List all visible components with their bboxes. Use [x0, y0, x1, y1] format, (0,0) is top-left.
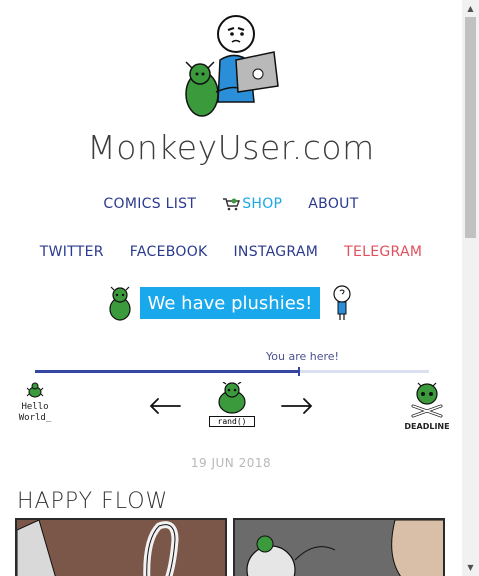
vertical-scrollbar[interactable]: ▲ ▼ [462, 0, 479, 576]
post-date: 19 JUN 2018 [190, 456, 272, 470]
random-comic-button[interactable]: rand() [209, 381, 255, 428]
random-monkey-icon [218, 381, 246, 414]
nav-shop-link[interactable]: SHOP [222, 196, 282, 212]
progress-label: You are here! [266, 350, 339, 363]
facebook-link[interactable]: FACEBOOK [130, 244, 208, 260]
nav-comics-list-link[interactable]: COMICS LIST [103, 196, 196, 212]
nav-about-link[interactable]: ABOUT [308, 196, 358, 212]
main-content: MonkeyUser.com COMICS LIST SHOP ABOUT TW… [0, 0, 462, 576]
main-navigation: COMICS LIST SHOP ABOUT [0, 196, 462, 212]
instagram-link[interactable]: INSTAGRAM [234, 244, 319, 260]
arrow-left-icon[interactable] [148, 396, 182, 416]
comic-panel-2 [233, 518, 445, 576]
plushies-banner[interactable]: We have plushies! [139, 287, 321, 319]
comic-panel-2-art [235, 520, 443, 576]
site-title[interactable]: MonkeyUser.com [0, 128, 462, 167]
latest-comic-button[interactable]: DEADLINE [404, 380, 450, 431]
social-navigation: TWITTER FACEBOOK INSTAGRAM TELEGRAM [0, 244, 462, 260]
first-comic-label-line1: Hello [21, 402, 49, 412]
scroll-down-arrow-icon[interactable]: ▼ [462, 559, 479, 576]
page: MonkeyUser.com COMICS LIST SHOP ABOUT TW… [0, 0, 479, 576]
scroll-up-arrow-icon[interactable]: ▲ [462, 0, 479, 17]
stick-figure-icon [333, 285, 351, 320]
comic-panel-1-art [17, 520, 225, 576]
progress-marker [298, 367, 300, 376]
telegram-link[interactable]: TELEGRAM [344, 244, 422, 260]
arrow-right-icon[interactable] [280, 396, 314, 416]
progress-bar-fill [35, 370, 299, 373]
deadline-label: DEADLINE [404, 422, 450, 431]
shopping-cart-icon [223, 198, 241, 211]
plushies-promo[interactable]: We have plushies! [0, 284, 462, 322]
random-label: rand() [209, 416, 255, 427]
twitter-link[interactable]: TWITTER [40, 244, 104, 260]
skull-crossbones-icon [411, 382, 443, 418]
logo-illustration[interactable] [172, 12, 292, 132]
bug-icon [26, 382, 44, 398]
comic-title: HAPPY FLOW [17, 489, 169, 514]
monkey-plush-icon [109, 286, 131, 321]
scrollbar-thumb[interactable] [465, 17, 476, 238]
progress-bar [35, 367, 429, 376]
first-comic-label-line2: World_ [18, 413, 52, 423]
nav-shop-label: SHOP [242, 196, 283, 212]
comic-panel-1 [15, 518, 227, 576]
first-comic-button[interactable]: Hello World_ [14, 382, 56, 430]
